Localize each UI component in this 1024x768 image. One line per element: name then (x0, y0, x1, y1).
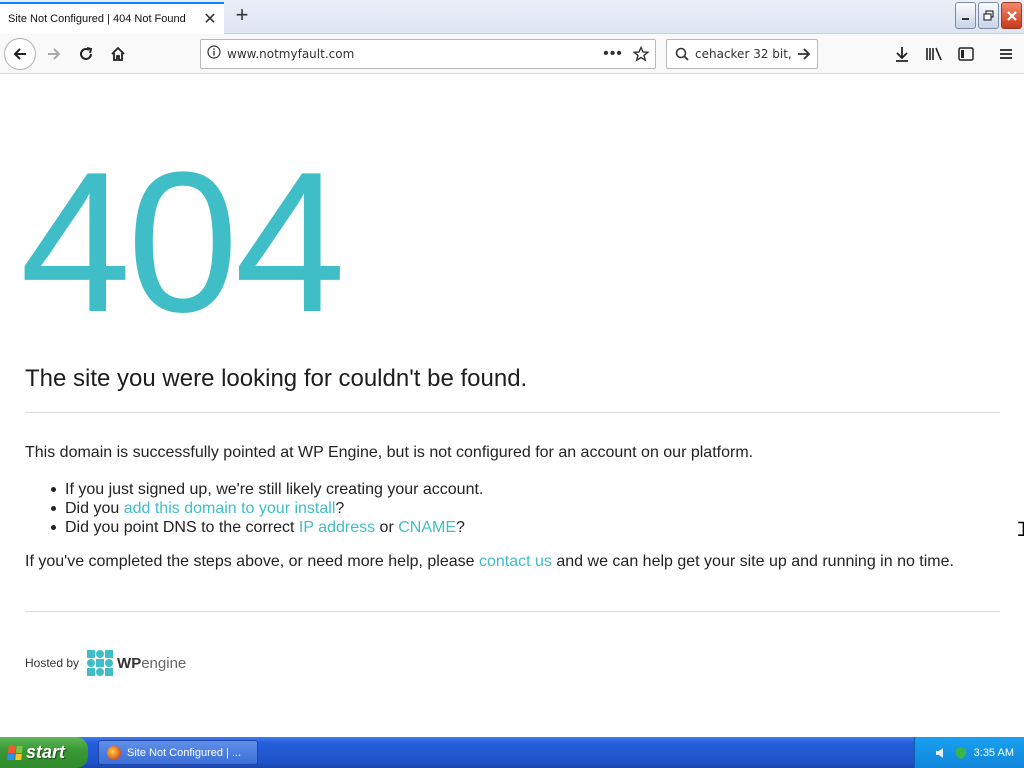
library-button[interactable] (920, 40, 948, 68)
list-item-text: ? (335, 500, 345, 517)
home-button[interactable] (104, 40, 132, 68)
restore-icon (983, 10, 994, 21)
tab-strip: Site Not Configured | 404 Not Found ✕ + (0, 0, 1024, 34)
divider (25, 611, 1000, 612)
search-icon (675, 47, 689, 61)
tab-active[interactable]: Site Not Configured | 404 Not Found ✕ (0, 2, 224, 34)
window-close-button[interactable] (1001, 2, 1022, 29)
home-icon (111, 46, 125, 61)
wp-engine-logo-icon (87, 650, 114, 676)
menu-button[interactable] (992, 40, 1020, 68)
new-tab-button[interactable]: + (230, 4, 254, 28)
forward-button[interactable] (40, 40, 68, 68)
list-item: Did you add this domain to your install? (50, 499, 483, 518)
list-item-text: Did you point DNS to the correct (65, 519, 299, 536)
security-shield-icon[interactable] (954, 746, 968, 760)
arrow-right-icon (798, 48, 811, 60)
reload-icon (80, 47, 93, 60)
taskbar-window-label: Site Not Configured | ... (127, 746, 242, 759)
help-list: If you just signed up, we're still likel… (50, 480, 484, 537)
list-item-text: If you just signed up, we're still likel… (65, 481, 484, 498)
taskbar: start Site Not Configured | ... 3:35 AM (0, 737, 1024, 768)
search-go-button[interactable] (791, 46, 817, 62)
arrow-left-icon (13, 48, 26, 60)
close-icon (1006, 10, 1017, 21)
window-controls (955, 2, 1022, 29)
text-cursor-icon: Ɪ (1018, 519, 1024, 541)
list-item: If you just signed up, we're still likel… (50, 480, 484, 499)
minimize-button[interactable] (955, 2, 976, 29)
clock[interactable]: 3:35 AM (974, 747, 1014, 759)
firefox-icon (107, 745, 121, 760)
list-item: Did you point DNS to the correct IP addr… (50, 518, 483, 537)
page-actions-icon[interactable]: ••• (599, 45, 627, 63)
volume-icon[interactable] (934, 746, 948, 760)
contact-us-link[interactable]: contact us (479, 553, 552, 570)
downloads-button[interactable] (888, 40, 916, 68)
library-icon (926, 47, 942, 61)
windows-flag-icon (7, 745, 23, 760)
intro-text: This domain is successfully pointed at W… (25, 444, 754, 461)
search-input[interactable]: cehacker 32 bit, (689, 47, 791, 61)
nav-bar: www.notmyfault.com ••• cehacker 32 bit, (0, 34, 1024, 74)
help-text-pre: If you've completed the steps above, or … (25, 553, 479, 570)
arrow-right-icon (48, 48, 61, 60)
list-item-text: Did you (65, 500, 124, 517)
wp-engine-logo-text: WPengine (117, 654, 187, 672)
start-label: start (26, 742, 66, 762)
page-headline: The site you were looking for couldn't b… (25, 365, 528, 392)
download-icon (896, 47, 908, 62)
hosted-by-label: Hosted by (25, 656, 80, 670)
add-domain-link[interactable]: add this domain to your install (124, 500, 336, 517)
system-tray: 3:35 AM (914, 737, 1024, 768)
help-text: If you've completed the steps above, or … (25, 553, 954, 571)
help-text-post: and we can help get your site up and run… (551, 553, 954, 570)
url-bar[interactable]: www.notmyfault.com ••• (200, 39, 656, 69)
list-item-text: ? (456, 519, 465, 536)
bookmark-star-icon[interactable] (627, 46, 655, 62)
hosted-by: Hosted by WPengine (25, 650, 186, 676)
url-text[interactable]: www.notmyfault.com (227, 47, 599, 61)
sidebar-toggle-button[interactable] (952, 40, 980, 68)
search-bar[interactable]: cehacker 32 bit, (666, 39, 818, 69)
start-button[interactable]: start (0, 737, 88, 768)
minimize-icon (961, 17, 969, 20)
divider (25, 412, 1000, 413)
back-button[interactable] (4, 38, 36, 70)
restore-button[interactable] (978, 2, 999, 29)
reload-button[interactable] (72, 40, 100, 68)
list-item-text: or (375, 519, 399, 536)
sidebar-icon (958, 47, 974, 61)
page-content: 404 The site you were looking for couldn… (0, 75, 1024, 737)
site-info-icon[interactable] (201, 44, 227, 64)
error-code: 404 (20, 131, 346, 354)
ip-address-link[interactable]: IP address (299, 519, 375, 536)
tab-title: Site Not Configured | 404 Not Found (8, 13, 186, 25)
taskbar-firefox-window[interactable]: Site Not Configured | ... (98, 740, 258, 765)
wp-engine-logo[interactable]: WPengine (87, 650, 186, 676)
tab-close-icon[interactable]: ✕ (200, 9, 220, 29)
cname-link[interactable]: CNAME (398, 519, 456, 536)
hamburger-menu-icon (1000, 49, 1012, 59)
